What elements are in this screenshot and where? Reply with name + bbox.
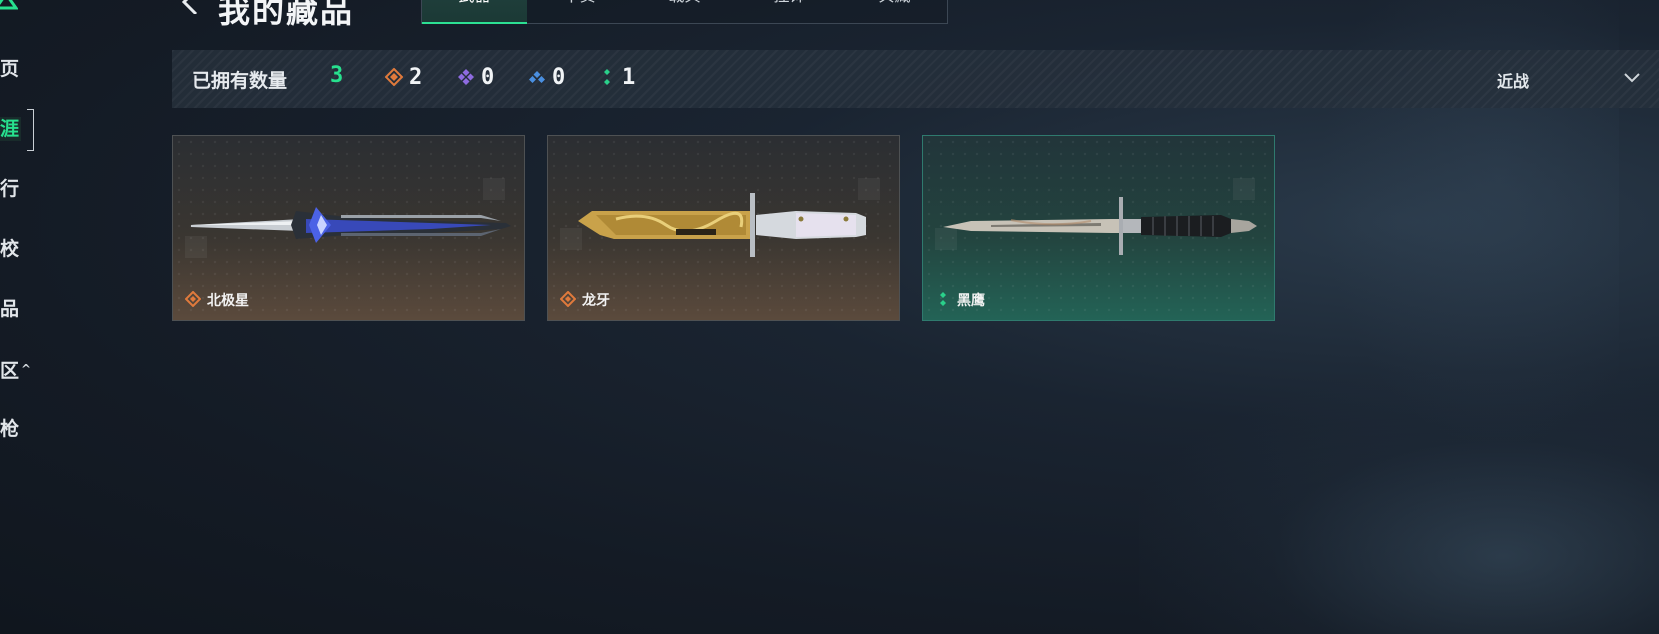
nav-item-items[interactable]: 品 xyxy=(0,297,19,321)
owned-label: 已拥有数量 xyxy=(192,70,288,92)
card-name: 北极星 xyxy=(207,293,249,309)
rarity-count-blue: 0 xyxy=(528,64,565,90)
page-title: 我的藏品 xyxy=(218,0,355,30)
nav-item-career[interactable]: 涯 xyxy=(0,117,22,141)
nav-item-zone-label: 区 xyxy=(0,360,20,382)
back-arrow-icon[interactable] xyxy=(178,0,204,14)
chevron-down-icon[interactable] xyxy=(1622,68,1642,88)
nav-item-zone[interactable]: 区 ^ xyxy=(0,357,31,383)
nav-item-home[interactable]: 页 xyxy=(0,57,19,81)
owned-count: 3 xyxy=(330,63,344,88)
knife-dragon-fang-image xyxy=(578,193,866,257)
rarity-count-orange: 2 xyxy=(385,64,422,90)
rarity-count-orange-value: 2 xyxy=(409,64,423,90)
weapon-card-dragon-fang[interactable]: 龙牙 xyxy=(547,135,900,321)
card-name: 黑鹰 xyxy=(957,293,985,309)
summary-bar: 已拥有数量 3 2 0 0 1 近战 xyxy=(172,50,1659,108)
rarity-count-purple-value: 0 xyxy=(481,64,495,90)
orange-diamond-icon xyxy=(385,68,403,86)
green-rarity-icon xyxy=(940,292,946,306)
weapon-card-polaris[interactable]: 北极星 xyxy=(172,135,525,321)
chevron-up-icon: ^ xyxy=(21,362,32,376)
orange-diamond-icon xyxy=(560,291,576,307)
blue-diamond-icon xyxy=(529,71,545,83)
nav-item-3[interactable]: 行 xyxy=(0,177,19,201)
card-name: 龙牙 xyxy=(582,293,610,309)
nav-active-bracket xyxy=(27,109,34,151)
purple-diamond-icon xyxy=(458,69,474,85)
knife-black-hawk-image xyxy=(943,197,1257,255)
tab-operators[interactable]: 干员 xyxy=(527,0,632,23)
rarity-count-blue-value: 0 xyxy=(552,64,566,90)
tab-charms[interactable]: 挂饰 xyxy=(737,0,842,23)
rarity-count-purple: 0 xyxy=(457,64,494,90)
category-tabs: 武器 干员 载具 挂饰 典藏 xyxy=(421,0,948,24)
knife-polaris-image xyxy=(191,207,511,243)
logo-icon xyxy=(0,0,18,10)
rarity-count-green: 1 xyxy=(598,64,635,90)
tab-weapons[interactable]: 武器 xyxy=(422,0,527,24)
weapon-card-black-hawk[interactable]: 黑鹰 xyxy=(922,135,1275,321)
nav-item-gun[interactable]: 枪 xyxy=(0,417,19,441)
tab-vehicles[interactable]: 载具 xyxy=(632,0,737,23)
green-rarity-icon xyxy=(604,69,610,85)
sort-dropdown[interactable]: 近战 xyxy=(1497,68,1529,92)
tab-collection[interactable]: 典藏 xyxy=(842,0,947,23)
side-nav: 页 涯 行 校 品 区 ^ 枪 xyxy=(0,0,40,634)
nav-item-school[interactable]: 校 xyxy=(0,237,19,261)
orange-diamond-icon xyxy=(185,291,201,307)
rarity-count-green-value: 1 xyxy=(622,64,636,90)
